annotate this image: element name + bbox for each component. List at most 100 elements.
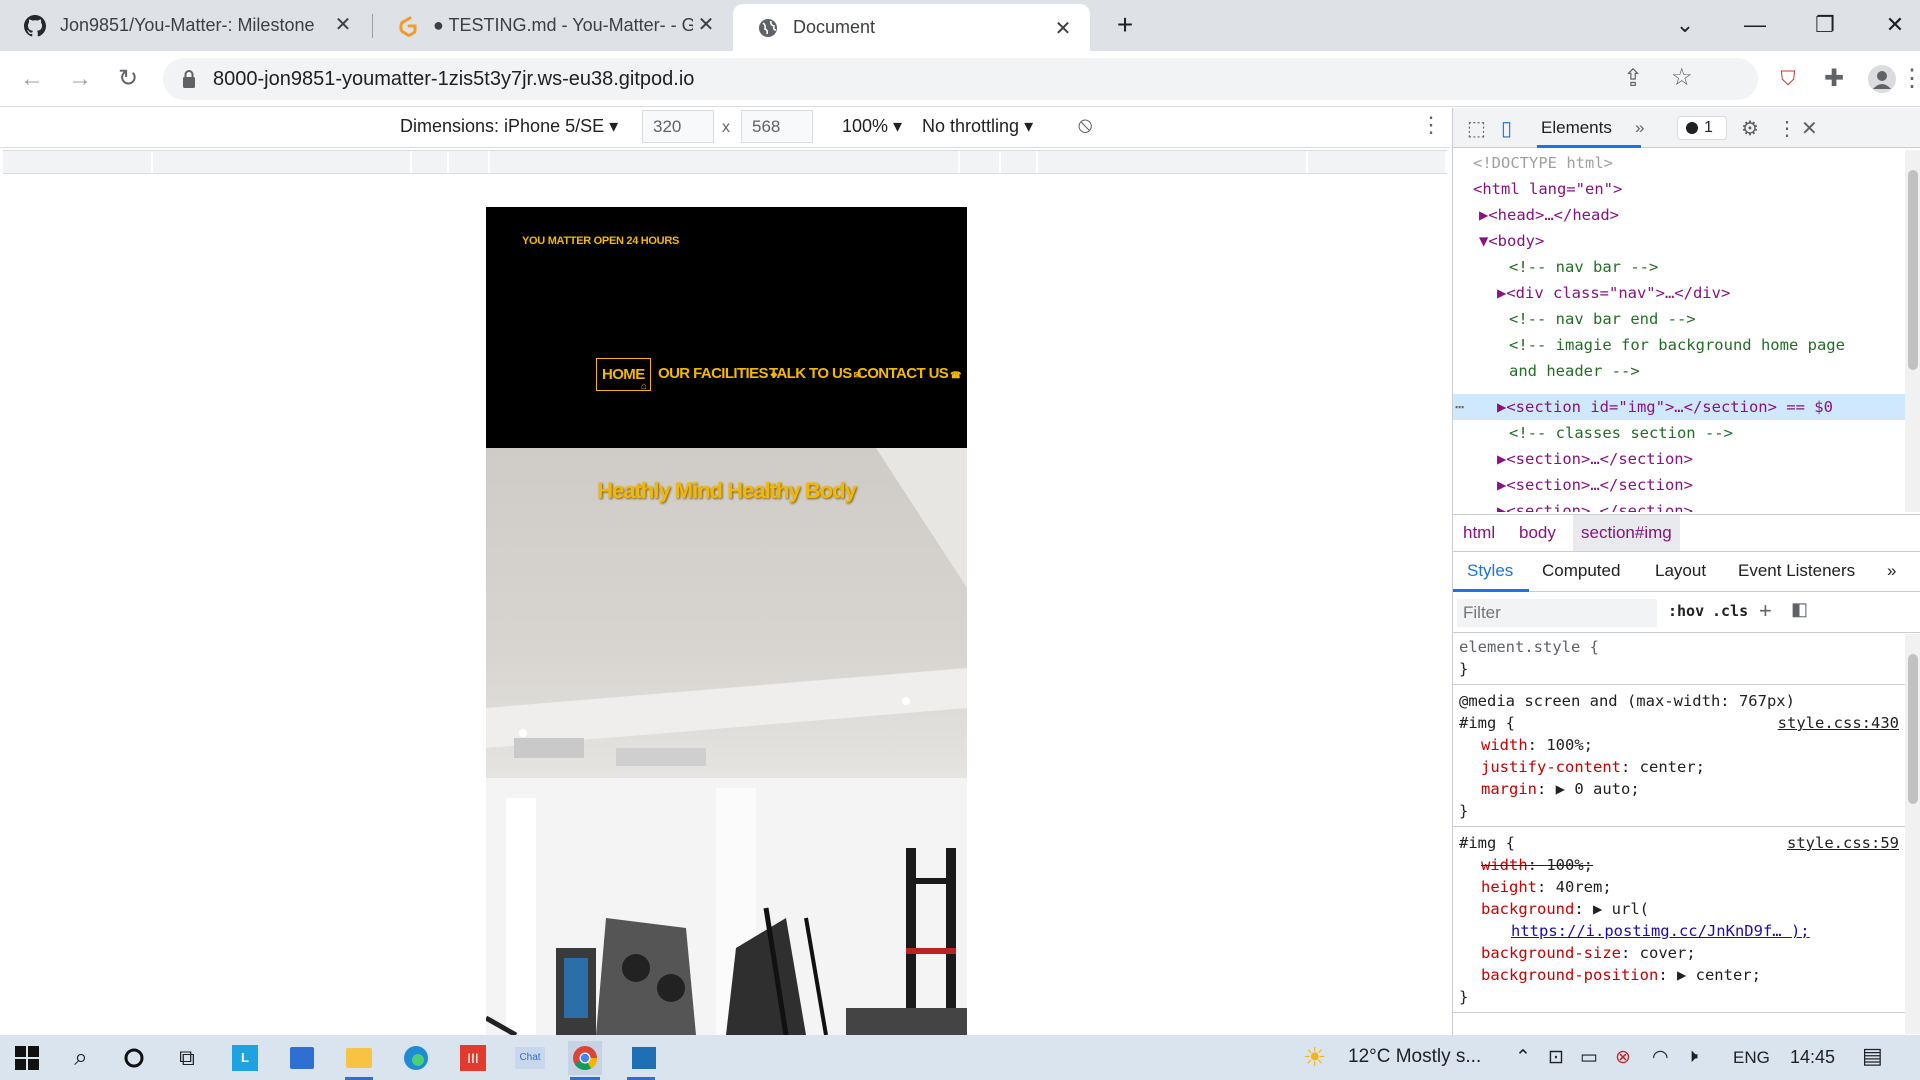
tab-computed[interactable]: Computed	[1542, 561, 1620, 581]
new-tab-button[interactable]: +	[1110, 10, 1140, 40]
bookmark-star-icon[interactable]: ☆	[1671, 63, 1693, 92]
reload-icon[interactable]: ↻	[112, 63, 144, 95]
meet-now-icon[interactable]: ⊡	[1548, 1046, 1564, 1069]
dom-line-selected[interactable]: ▶<section id="img">…</section> == $0	[1497, 394, 1833, 420]
browser-menu-icon[interactable]: ⋮	[1900, 63, 1920, 95]
language-indicator[interactable]: ENG	[1733, 1048, 1770, 1068]
rule1-source-link[interactable]: style.css:430	[1778, 712, 1899, 734]
chrome-icon[interactable]	[568, 1041, 602, 1075]
share-icon[interactable]: ⇪	[1623, 64, 1643, 93]
volume-muted-icon[interactable]: 🕨	[1686, 1046, 1698, 1068]
css-declaration[interactable]: margin: ▶ 0 auto;	[1481, 778, 1640, 800]
close-tab-icon[interactable]: ✕	[1052, 18, 1074, 40]
cortana-icon[interactable]	[117, 1041, 151, 1075]
viewport-width-input[interactable]: 320	[642, 110, 714, 143]
tab-layout[interactable]: Layout	[1655, 561, 1706, 581]
hov-toggle[interactable]: :hov	[1668, 602, 1704, 620]
dom-line[interactable]: <!-- nav bar end -->	[1509, 306, 1696, 332]
dom-line[interactable]: ▼<body>	[1479, 228, 1544, 254]
dom-line[interactable]: ▶<head>…</head>	[1479, 202, 1619, 228]
file-explorer-icon[interactable]	[342, 1041, 376, 1075]
css-declaration[interactable]: height: 40rem;	[1481, 876, 1612, 898]
settings-gear-icon[interactable]: ⚙	[1741, 116, 1759, 141]
back-icon[interactable]: ←	[16, 63, 48, 95]
node-ellipsis[interactable]: ⋯	[1455, 394, 1464, 420]
dom-line[interactable]: <html lang="en">	[1473, 176, 1622, 202]
styles-filter-input[interactable]	[1457, 599, 1657, 627]
nav-contact-link[interactable]: CONTACT US ☎	[857, 365, 961, 382]
css-declaration-overridden[interactable]: width: 100%;	[1481, 854, 1593, 876]
device-toggle-icon[interactable]: ▯	[1501, 116, 1512, 141]
dom-line[interactable]: <!DOCTYPE html>	[1473, 150, 1613, 176]
tab-elements[interactable]: Elements	[1541, 118, 1612, 138]
device-more-icon[interactable]: ⋮	[1420, 112, 1442, 138]
dom-scrollbar[interactable]	[1905, 150, 1920, 512]
nav-talk-link[interactable]: TALK TO US ✉	[769, 365, 861, 382]
dom-line[interactable]: <!-- imagie for background home page	[1509, 332, 1845, 358]
dom-line[interactable]: ▶<section>…</section>	[1497, 446, 1693, 472]
more-style-tabs-icon[interactable]: »	[1887, 561, 1896, 581]
forward-icon[interactable]: →	[64, 63, 96, 95]
rule2-selector[interactable]: #img {	[1459, 832, 1515, 854]
dom-line[interactable]: and header -->	[1509, 358, 1640, 384]
inspect-element-icon[interactable]: ⬚	[1467, 116, 1486, 141]
restore-icon[interactable]: ❐	[1810, 10, 1840, 40]
zoom-select[interactable]: 100% ▾	[842, 116, 902, 137]
devtools-more-icon[interactable]: ⋮	[1777, 116, 1797, 141]
media-query-bar[interactable]	[3, 150, 1447, 174]
css-declaration[interactable]: justify-content: center;	[1481, 756, 1705, 778]
security-alert-icon[interactable]: ⊗	[1615, 1046, 1631, 1069]
browser-tab-github[interactable]: Jon9851/You-Matter-: Milestone ✕	[0, 0, 370, 51]
dom-line[interactable]: ▶<section>…</section>	[1497, 472, 1693, 498]
close-tab-icon[interactable]: ✕	[332, 14, 354, 36]
crumb-html[interactable]: html	[1463, 523, 1495, 543]
more-panels-icon[interactable]: »	[1635, 118, 1644, 138]
close-devtools-icon[interactable]: ✕	[1801, 116, 1818, 141]
show-hidden-icons[interactable]: ⌃	[1515, 1046, 1531, 1069]
browser-tab-gitpod[interactable]: ● TESTING.md - You-Matter- - Gi ✕	[373, 0, 733, 51]
photos-icon[interactable]	[627, 1041, 661, 1075]
new-style-rule-icon[interactable]: +	[1759, 598, 1772, 624]
weather-text[interactable]: 12°C Mostly s...	[1348, 1046, 1481, 1068]
crumb-body[interactable]: body	[1519, 523, 1556, 543]
background-url-link[interactable]: https://i.postimg.cc/JnKnD9f… );	[1511, 920, 1810, 942]
css-declaration[interactable]: background: ▶ url(	[1481, 898, 1649, 920]
rule1-selector[interactable]: #img {	[1459, 712, 1515, 734]
minimize-icon[interactable]: —	[1740, 10, 1770, 40]
device-select[interactable]: Dimensions: iPhone 5/SE ▾	[400, 116, 618, 137]
office-app-icon[interactable]: III	[456, 1041, 490, 1075]
task-view-icon[interactable]: ⧉	[170, 1041, 204, 1075]
chat-app-icon[interactable]: Chat	[513, 1041, 547, 1075]
css-declaration[interactable]: background-position: ▶ center;	[1481, 964, 1761, 986]
app-l-icon[interactable]: L	[228, 1041, 262, 1075]
edge-icon[interactable]	[399, 1041, 433, 1075]
crumb-section-img[interactable]: section#img	[1573, 515, 1680, 551]
tab-event-listeners[interactable]: Event Listeners	[1738, 561, 1855, 581]
styles-scrollbar[interactable]	[1905, 634, 1920, 1034]
nav-facilities-link[interactable]: OUR FACILITIES ❖	[658, 365, 778, 382]
battery-icon[interactable]: ▭	[1580, 1046, 1598, 1069]
browser-tab-document[interactable]: Document ✕	[733, 4, 1090, 51]
rule2-source-link[interactable]: style.css:59	[1787, 832, 1899, 854]
dom-line[interactable]: ▶<section>…</section>	[1497, 498, 1693, 512]
extension-shield-icon[interactable]: ⛉	[1772, 63, 1804, 95]
rotate-icon[interactable]: ⦸	[1078, 112, 1092, 138]
profile-avatar-icon[interactable]	[1866, 63, 1898, 95]
clock[interactable]: 14:45	[1790, 1047, 1835, 1068]
notifications-icon[interactable]: ▤	[1862, 1043, 1883, 1069]
toggle-sidebar-icon[interactable]: ◧	[1791, 599, 1808, 620]
tab-styles[interactable]: Styles	[1467, 561, 1513, 581]
tab-search-icon[interactable]: ⌄	[1670, 10, 1700, 40]
extensions-puzzle-icon[interactable]: ✚	[1818, 63, 1850, 95]
address-bar[interactable]: 8000-jon9851-youmatter-1zis5t3y7jr.ws-eu…	[163, 58, 1758, 100]
element-style-selector[interactable]: element.style {	[1459, 636, 1599, 658]
viewport-height-input[interactable]: 568	[741, 110, 813, 143]
weather-icon[interactable]: ☀	[1303, 1042, 1326, 1073]
throttling-select[interactable]: No throttling ▾	[922, 116, 1033, 137]
dom-line[interactable]: <!-- nav bar -->	[1509, 254, 1658, 280]
dom-line[interactable]: <!-- classes section -->	[1509, 420, 1733, 446]
css-declaration[interactable]: background-size: cover;	[1481, 942, 1696, 964]
issues-counter[interactable]: 1	[1677, 116, 1727, 140]
css-declaration[interactable]: width: 100%;	[1481, 734, 1593, 756]
wifi-icon[interactable]: ◠	[1652, 1046, 1669, 1069]
